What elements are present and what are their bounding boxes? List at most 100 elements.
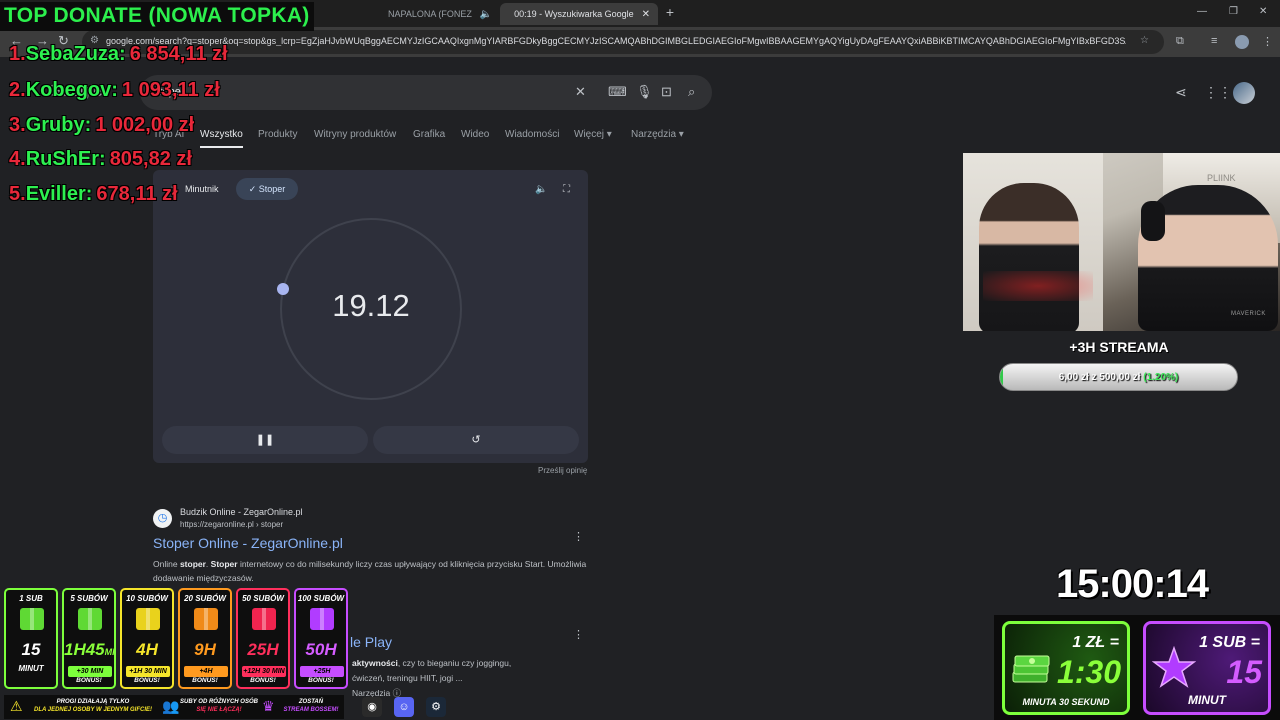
- sound-icon[interactable]: 🔈: [535, 184, 547, 195]
- search-icon[interactable]: ⌕: [688, 84, 695, 100]
- nav-more-label: Więcej: [574, 129, 605, 140]
- microphone-icon[interactable]: 🎙: [636, 84, 653, 100]
- discord-app-icon[interactable]: ☺: [394, 697, 414, 717]
- new-tab-button[interactable]: +: [662, 5, 678, 21]
- bookmark-star-icon[interactable]: ☆: [1140, 35, 1149, 46]
- result-url[interactable]: https://zegaronline.pl › stoper: [180, 520, 283, 529]
- nav-video[interactable]: Wideo: [461, 129, 489, 140]
- tier-value: 25H: [247, 640, 279, 659]
- tier-bonus-label: BONUS!: [250, 677, 276, 684]
- note-line: PROGI DZIAŁAJĄ TYLKO: [56, 699, 130, 705]
- restore-icon[interactable]: ❐: [1229, 6, 1238, 17]
- site-favicon-icon: ◷: [153, 509, 172, 528]
- result2-title-link[interactable]: le Play: [350, 634, 392, 650]
- tier-head: 5 SUBÓW: [70, 594, 108, 603]
- nav-tools[interactable]: Narzędzia ▾: [631, 129, 684, 140]
- tier-head: 50 SUBÓW: [242, 594, 284, 603]
- extensions-icon[interactable]: ⧉: [1176, 35, 1184, 48]
- donor-rank: 2.: [9, 79, 26, 101]
- donor-rank: 4.: [9, 148, 26, 170]
- fullscreen-icon[interactable]: ⛶: [563, 184, 570, 195]
- snippet-bold: Stoper: [210, 559, 238, 569]
- address-bar[interactable]: ⚙ google.com/search?q=stoper&oq=stop&gs_…: [82, 30, 1164, 54]
- close-icon[interactable]: ✕: [642, 9, 650, 20]
- nav-more[interactable]: Więcej ▾: [574, 129, 612, 140]
- clear-icon[interactable]: ✕: [575, 84, 586, 100]
- donor-amount: 1 002,00 zł: [95, 114, 195, 136]
- tier-value-main: 1H45: [64, 640, 105, 659]
- warning-icon: ⚠: [10, 698, 23, 714]
- search-box[interactable]: stoper ✕ ⌨ 🎙 ⊡ ⌕: [140, 75, 712, 110]
- steam-app-icon[interactable]: ⚙: [426, 697, 446, 717]
- tier-head: 20 SUBÓW: [184, 594, 226, 603]
- close-window-icon[interactable]: ✕: [1259, 6, 1267, 17]
- tier-head: 10 SUBÓW: [126, 594, 168, 603]
- top-donate-title: TOP DONATE (NOWA TOPKA): [0, 2, 314, 31]
- apps-grid-icon[interactable]: ⋮⋮: [1204, 84, 1232, 101]
- gift-icon: [136, 608, 160, 630]
- donor-amount: 805,82 zł: [109, 148, 192, 170]
- snippet-bold: stoper: [179, 559, 206, 569]
- nav-products[interactable]: Produkty: [258, 129, 297, 140]
- result2-snippet: aktywności, czy to bieganiu czy joggingu…: [352, 658, 512, 698]
- result-title-link[interactable]: Stoper Online - ZegarOnline.pl: [153, 535, 343, 551]
- rate-money-box: 1 ZŁ = 1:30 MINUTA 30 SEKUND: [1002, 621, 1130, 715]
- tier-bonus: +12H 30 MIN: [242, 666, 286, 677]
- rate-panel: 1 ZŁ = 1:30 MINUTA 30 SEKUND 1 SUB = 15 …: [994, 615, 1280, 720]
- minimize-icon[interactable]: —: [1197, 6, 1207, 17]
- goal-percent: (1.20%): [1143, 372, 1179, 383]
- nav-news[interactable]: Wiadomości: [505, 129, 559, 140]
- tier-value: 15: [21, 640, 41, 659]
- more-options-icon[interactable]: ⋮: [573, 530, 584, 543]
- mute-icon[interactable]: 🔈: [480, 9, 492, 20]
- nav-product-sites[interactable]: Witryny produktów: [314, 129, 396, 140]
- webcam-person-left: [979, 183, 1079, 331]
- note-text: PROGI DZIAŁAJĄ TYLKO DLA JEDNEJ OSOBY W J…: [28, 698, 158, 714]
- result-snippet: Online stoper. Stoper internetowy co do …: [153, 557, 593, 585]
- tier-notes-bar: ⚠ PROGI DZIAŁAJĄ TYLKO DLA JEDNEJ OSOBY W…: [4, 695, 344, 719]
- tab-google[interactable]: 00:19 - Wyszukiwarka Google ✕: [500, 3, 658, 25]
- obs-app-icon[interactable]: ◉: [362, 697, 382, 717]
- donor-row: 3.Gruby: 1 002,00 zł: [9, 114, 194, 137]
- rate-sub-caption: MINUT: [1188, 693, 1226, 707]
- tier-value: 9H: [194, 640, 216, 659]
- shirt-logo-text: MAVERICK: [1231, 311, 1266, 317]
- snippet-part: , czy to bieganiu czy joggingu,: [397, 658, 512, 668]
- menu-icon[interactable]: ⋮: [1262, 35, 1273, 48]
- result-site-name[interactable]: Budzik Online - ZegarOnline.pl: [180, 507, 303, 517]
- media-icon[interactable]: ≡: [1211, 35, 1217, 47]
- pause-button[interactable]: ❚❚: [162, 426, 368, 454]
- donor-row: 1.SebaZuza: 6 854,11 zł: [9, 43, 228, 66]
- reset-button[interactable]: ↺: [373, 426, 579, 454]
- note-line: ZOSTAŃ: [298, 699, 324, 705]
- webcam-wall-text: PLIINK: [1207, 173, 1236, 183]
- goal-text: 6,00 zł z 500,00 zł (1.20%): [1000, 364, 1237, 390]
- share-icon[interactable]: ⋖: [1175, 84, 1187, 101]
- tab-timer[interactable]: Minutnik: [185, 184, 219, 194]
- profile-avatar[interactable]: [1235, 35, 1249, 49]
- tier-head: 1 SUB: [19, 594, 43, 603]
- donor-row: 4.RuShEr: 805,82 zł: [9, 148, 192, 171]
- tier-card: 20 SUBÓW 9H +4H BONUS!: [178, 588, 232, 689]
- tab-napalona[interactable]: NAPALONA (FONEZ 🔈 ✕: [380, 3, 498, 25]
- nav-images[interactable]: Grafika: [413, 129, 445, 140]
- tier-head: 100 SUBÓW: [297, 594, 345, 603]
- nav-all[interactable]: Wszystko: [200, 129, 243, 148]
- keyboard-icon[interactable]: ⌨: [608, 84, 627, 100]
- feedback-link[interactable]: Prześlij opinię: [538, 466, 587, 475]
- lens-icon[interactable]: ⊡: [661, 84, 672, 100]
- donor-row: 2.Kobegov: 1 093,11 zł: [9, 79, 220, 102]
- webcam-red-light: [983, 271, 1093, 301]
- sub-tiers: 1 SUB 15 MINUT 5 SUBÓW 1H45MIN +30 MIN B…: [4, 588, 350, 691]
- tab-stopwatch[interactable]: ✓ Stoper: [236, 178, 298, 200]
- stopwatch-time: 19.12: [332, 288, 410, 323]
- tier-bonus: +4H: [184, 666, 228, 677]
- url-text[interactable]: google.com/search?q=stoper&oq=stop&gs_lc…: [106, 36, 1126, 46]
- tier-bonus-label: BONUS!: [134, 677, 160, 684]
- donor-name: RuShEr:: [25, 148, 106, 170]
- headset-icon: [1141, 201, 1165, 241]
- gift-icon: [310, 608, 334, 630]
- account-avatar[interactable]: [1233, 82, 1255, 104]
- more-options-icon[interactable]: ⋮: [573, 628, 584, 641]
- donor-amount: 678,11 zł: [96, 183, 178, 205]
